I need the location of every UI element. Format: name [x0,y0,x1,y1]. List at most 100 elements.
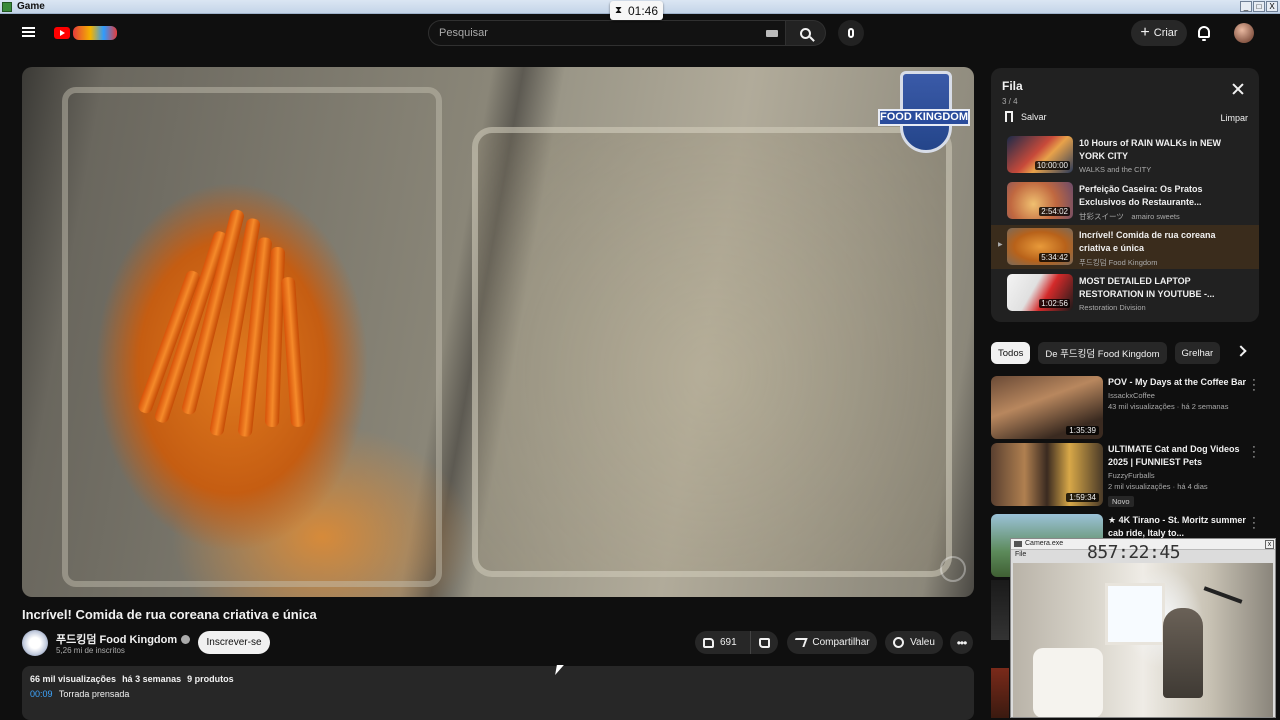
chapter-title: Torrada prensada [58,689,130,699]
duration: 5:34:42 [1039,253,1070,262]
chip-all[interactable]: Todos [991,342,1031,364]
search-icon [800,27,811,39]
queue-clear-button[interactable]: Limpar [1220,113,1248,123]
microphone-icon [848,28,854,38]
super-thanks-icon [893,637,905,648]
rec-thumbnail-partial[interactable] [991,580,1009,640]
duration: 10:00:00 [1034,161,1070,170]
duration: 1:02:56 [1039,299,1070,308]
webcam-counter: 857:22:45 [1087,542,1181,563]
notifications-bell-icon[interactable] [1198,26,1210,41]
chevron-right-icon[interactable] [1235,345,1247,357]
chapter-line: 00:09 Torrada prensada [30,689,966,699]
duration: 1:35:39 [1066,426,1099,435]
hourglass-icon: ⧗ [614,5,622,16]
bookmark-icon [1005,111,1013,122]
more-vertical-icon[interactable]: · · · [1252,442,1256,463]
queue-item-current[interactable]: ▶ 5:34:42 Incrível! Comida de rua corean… [991,225,1259,269]
window-controls: _ □ X [1240,1,1278,12]
queue-item-channel: Restoration Division [1079,303,1146,312]
queue-save-button[interactable]: Salvar [1005,111,1047,122]
rec-title: ULTIMATE Cat and Dog Videos 2025 | FUNNI… [1108,444,1240,467]
guide-menu-button[interactable] [20,24,38,42]
more-vertical-icon[interactable]: · · · [1252,375,1256,396]
webcam-menu-file[interactable]: File [1015,551,1026,558]
save-label: Salvar [1021,111,1047,122]
rec-title: ★ 4K Tirano - St. Moritz summer cab ride… [1108,515,1246,538]
new-badge: Novo [1108,496,1134,507]
like-dislike-group: 691 [695,631,778,654]
thanks-button[interactable]: Valeu [885,631,943,654]
youtube-logo[interactable] [54,25,118,41]
rec-channel: FuzzyFurballs [1108,471,1155,480]
queue-thumbnail: 5:34:42 [1007,228,1073,265]
queue-item-title: 10 Hours of RAIN WALKs in NEW YORK CITY [1079,138,1222,161]
rec-channel: IssackxCoffee [1108,391,1155,400]
close-icon[interactable] [1231,82,1245,96]
description-stats: 66 mil visualizações há 3 semanas 9 prod… [30,674,966,684]
queue-item-title: Incrível! Comida de rua coreana criativa… [1079,230,1216,253]
timer-value: 01:46 [628,3,659,18]
rec-meta: 43 mil visualizações · há 2 semanas [1108,402,1229,411]
search-input[interactable] [439,25,749,41]
webcam-window[interactable]: Camera.exe x File 857:22:45 [1010,538,1276,718]
camera-icon [1014,541,1022,547]
channel-avatar[interactable] [22,630,48,656]
dislike-button[interactable] [751,637,778,648]
thumbs-up-icon [703,637,714,648]
more-actions-button[interactable]: ••• [950,631,973,654]
share-icon [792,638,809,647]
account-avatar[interactable] [1234,23,1254,43]
like-count: 691 [720,637,737,648]
queue-item[interactable]: 1:02:56 MOST DETAILED LAPTOP RESTORATION… [991,271,1259,315]
share-button[interactable]: Compartilhar [787,631,877,654]
chapter-timestamp[interactable]: 00:09 [30,689,53,699]
queue-thumbnail: 1:02:56 [1007,274,1073,311]
channel-watermark-icon[interactable] [940,556,966,582]
queue-item[interactable]: 10:00:00 10 Hours of RAIN WALKs in NEW Y… [991,133,1259,177]
queue-item-channel: WALKS and the CITY [1079,165,1152,174]
microphone-arm [1203,586,1243,604]
maximize-button[interactable]: □ [1253,1,1265,12]
create-button[interactable]: + Criar [1131,20,1187,46]
channel-name[interactable]: 푸드킹덤 Food Kingdom [56,631,191,647]
upload-age: há 3 semanas [122,674,182,684]
queue-item-title: MOST DETAILED LAPTOP RESTORATION IN YOUT… [1079,276,1215,299]
voice-search-button[interactable] [838,20,864,46]
like-button[interactable]: 691 [695,631,751,654]
channel-name-text[interactable]: 푸드킹덤 Food Kingdom [56,631,177,647]
description-box[interactable]: 66 mil visualizações há 3 semanas 9 prod… [22,666,974,720]
search-button[interactable] [786,20,826,46]
queue-thumbnail: 10:00:00 [1007,136,1073,173]
video-player[interactable]: FOOD KINGDOM [22,67,974,597]
rec-thumbnail: 1:35:39 [991,376,1103,439]
recommendation-item[interactable]: 1:35:39 POV - My Days at the Coffee Bar … [991,375,1261,440]
chip-grill[interactable]: Grelhar [1174,342,1221,364]
thanks-label: Valeu [910,637,935,648]
filter-chips: Todos De 푸드킹덤 Food Kingdom Grelhar [991,342,1221,364]
rec-thumbnail-partial[interactable] [991,668,1009,718]
close-window-button[interactable]: X [1266,1,1278,12]
queue-item[interactable]: 2:54:02 Perfeição Caseira: Os Pratos Exc… [991,179,1259,223]
rec-meta: 2 mil visualizações · há 4 dias [1108,482,1208,491]
product-count[interactable]: 9 produtos [187,674,234,684]
close-icon[interactable]: x [1265,540,1274,549]
menu-icon [22,27,35,29]
rec-title: POV - My Days at the Coffee Bar [1108,377,1247,387]
recommendation-item[interactable]: 1:59:34 ULTIMATE Cat and Dog Videos 2025… [991,442,1261,507]
create-label: Criar [1153,27,1178,39]
fries [136,187,312,447]
subscriber-count: 5,26 mi de inscritos [56,646,125,655]
rec-thumbnail: 1:59:34 [991,443,1103,506]
webcam-feed [1013,563,1273,717]
food-kingdom-watermark: FOOD KINGDOM [878,69,970,161]
minimize-button[interactable]: _ [1240,1,1252,12]
keyboard-icon[interactable] [766,30,778,37]
video-title: Incrível! Comida de rua coreana criativa… [22,607,317,622]
duration: 2:54:02 [1039,207,1070,216]
youtube-play-icon [54,27,70,39]
more-vertical-icon[interactable]: · · · [1252,513,1256,534]
subscribe-button[interactable]: Inscrever-se [198,631,270,654]
chip-from-channel[interactable]: De 푸드킹덤 Food Kingdom [1038,342,1167,364]
thumbs-down-icon [759,637,770,648]
